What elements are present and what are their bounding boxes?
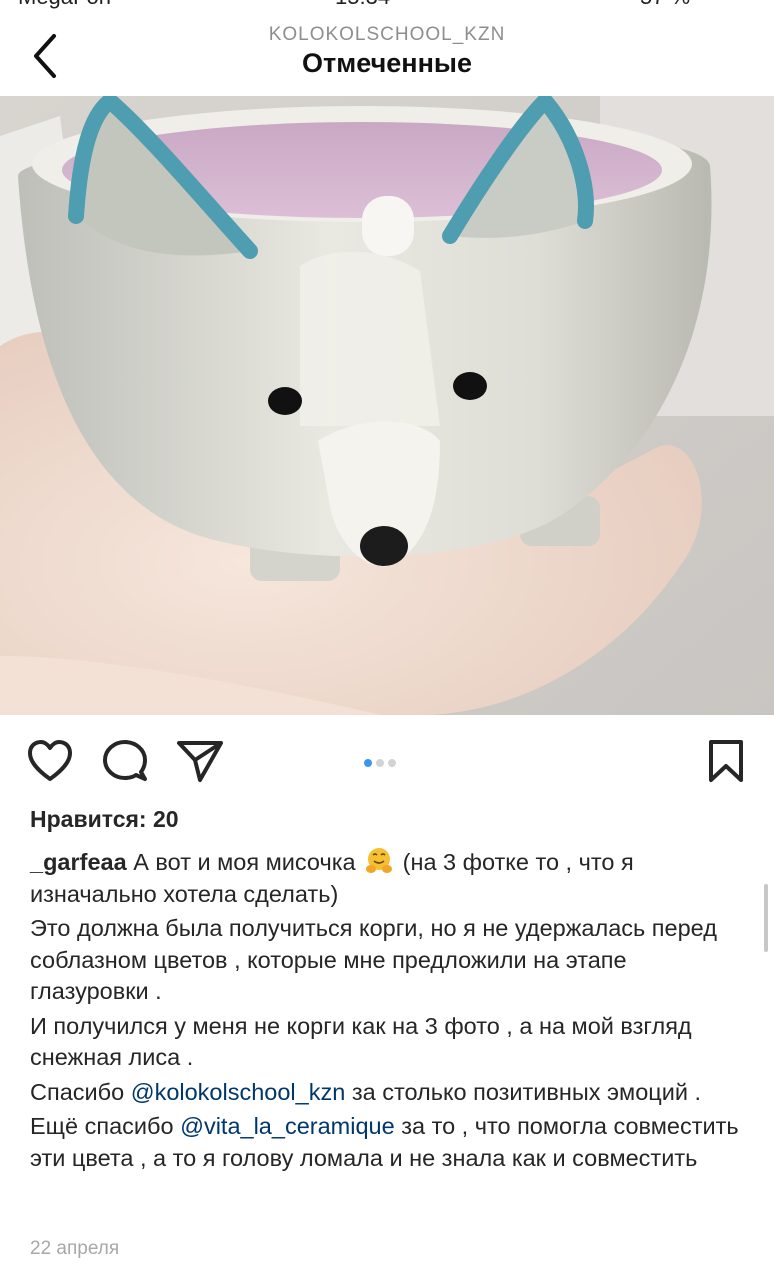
- caption-paragraph: И получился у меня не корги как на 3 фот…: [30, 1012, 692, 1071]
- comment-icon: [103, 740, 147, 781]
- hugging-face-icon: [366, 848, 393, 873]
- heart-icon: [28, 740, 72, 781]
- caption-text: А вот и моя мисочка: [133, 849, 356, 875]
- bookmark-icon: [709, 740, 743, 782]
- carousel-indicator: [364, 754, 400, 772]
- caption-paragraph: Спасибо @kolokolschool_kzn за столько по…: [30, 1077, 740, 1109]
- send-icon: [177, 741, 223, 782]
- mention-link[interactable]: @vita_la_ceramique: [180, 1113, 395, 1139]
- status-bar: MegaFon 15:34 57 %: [0, 0, 774, 14]
- mention-link[interactable]: @kolokolschool_kzn: [131, 1079, 346, 1105]
- caption-username[interactable]: _garfeaa: [30, 849, 127, 875]
- save-button[interactable]: [706, 738, 746, 789]
- likes-count[interactable]: Нравится: 20: [30, 806, 179, 833]
- battery-label: 57 %: [640, 0, 690, 10]
- caption-paragraph: Это должна была получиться корги, но я н…: [30, 915, 717, 1004]
- share-button[interactable]: [176, 738, 224, 789]
- caption-text: за столько позитивных эмоций .: [351, 1078, 702, 1105]
- carousel-dot: [376, 759, 384, 767]
- post-actions: [0, 730, 774, 794]
- scrollbar[interactable]: [764, 884, 768, 952]
- post-caption: _garfeaa А вот и моя мисочка (на 3 фотке…: [30, 846, 740, 1177]
- hugging-face-emoji: [364, 846, 394, 876]
- caption-text: Ещё спасибо: [30, 1113, 174, 1139]
- clock: 15:34: [335, 0, 390, 10]
- carrier-label: MegaFon: [18, 0, 111, 10]
- like-button[interactable]: [26, 738, 74, 789]
- caption-paragraph: _garfeaa А вот и моя мисочка (на 3 фотке…: [30, 846, 740, 910]
- caption-paragraph: Ещё спасибо @vita_la_ceramique за то , ч…: [30, 1111, 740, 1174]
- comment-button[interactable]: [102, 738, 148, 789]
- post-photo[interactable]: [0, 96, 774, 715]
- caption-text: Спасибо: [30, 1078, 125, 1105]
- account-name[interactable]: KOLOKOLSCHOOL_KZN: [0, 24, 774, 46]
- post-date: 22 апреля: [30, 1238, 120, 1259]
- header: KOLOKOLSCHOOL_KZN Отмеченные: [0, 14, 774, 96]
- ceramic-bowl-image: [0, 96, 774, 715]
- carousel-dot: [364, 759, 372, 767]
- page-title: Отмеченные: [302, 48, 472, 78]
- carousel-dot: [388, 759, 396, 767]
